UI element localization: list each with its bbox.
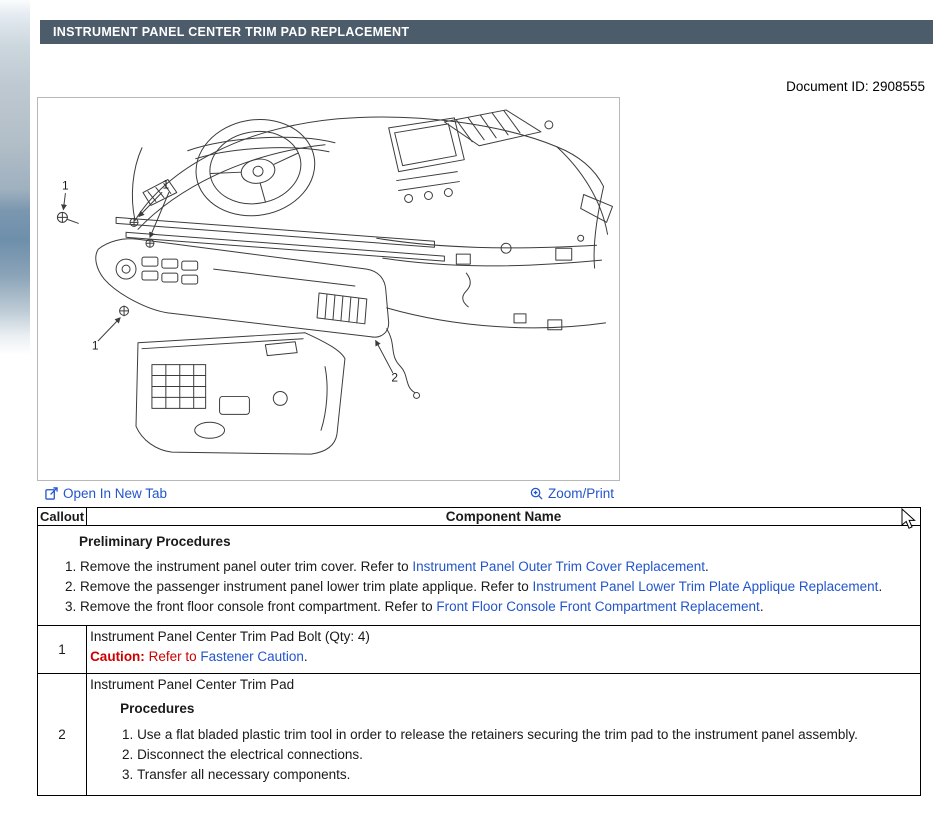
- instrument-panel-illustration: 1 1 1 2: [38, 98, 619, 480]
- page-title-bar: INSTRUMENT PANEL CENTER TRIM PAD REPLACE…: [40, 20, 933, 44]
- step-text-end: .: [760, 599, 764, 614]
- open-in-new-tab-icon: [45, 487, 58, 500]
- figure-toolbar: Open In New Tab Zoom/Print: [37, 481, 620, 501]
- callout-column-header: Callout: [38, 508, 87, 526]
- caution-label: Caution:: [90, 649, 145, 664]
- component-name-trim-pad: Instrument Panel Center Trim Pad: [90, 675, 914, 695]
- step-text-end: .: [705, 559, 709, 574]
- callout-1-label-a: 1: [62, 179, 69, 193]
- front-compartment-replacement-link[interactable]: Front Floor Console Front Compartment Re…: [436, 599, 759, 614]
- table-row-callout-1: 1 Instrument Panel Center Trim Pad Bolt …: [38, 626, 921, 674]
- zoom-print-link[interactable]: Zoom/Print: [530, 486, 614, 501]
- component-name-column-header: Component Name: [87, 508, 921, 526]
- page-title: INSTRUMENT PANEL CENTER TRIM PAD REPLACE…: [53, 25, 409, 39]
- lower-trim-plate-applique-replacement-link[interactable]: Instrument Panel Lower Trim Plate Appliq…: [533, 579, 879, 594]
- callout-1-label-b: 1: [163, 178, 170, 192]
- fastener-caution-link[interactable]: Fastener Caution: [200, 649, 304, 664]
- outer-trim-cover-replacement-link[interactable]: Instrument Panel Outer Trim Cover Replac…: [412, 559, 705, 574]
- step-text: Remove the passenger instrument panel lo…: [80, 579, 533, 594]
- caution-text: Refer to: [145, 649, 201, 664]
- procedures-steps-list: Use a flat bladed plastic trim tool in o…: [90, 725, 914, 785]
- preliminary-step-2: Remove the passenger instrument panel lo…: [80, 577, 912, 597]
- center-trim-pad: [96, 239, 420, 399]
- step-text-end: .: [878, 579, 882, 594]
- mounting-rails: [116, 217, 444, 261]
- open-in-new-tab-label: Open In New Tab: [63, 486, 167, 501]
- service-document-page: INSTRUMENT PANEL CENTER TRIM PAD REPLACE…: [0, 0, 933, 831]
- preliminary-procedures-title: Preliminary Procedures: [79, 534, 912, 549]
- procedure-step-1: Use a flat bladed plastic trim tool in o…: [137, 725, 914, 745]
- callout-number-2: 2: [38, 674, 87, 796]
- table-row-callout-2: 2 Instrument Panel Center Trim Pad Proce…: [38, 674, 921, 796]
- step-text: Remove the front floor console front com…: [80, 599, 436, 614]
- zoom-print-label: Zoom/Print: [548, 486, 614, 501]
- preliminary-steps-list: Remove the instrument panel outer trim c…: [40, 557, 912, 617]
- callout-labels: 1 1 1 2: [62, 178, 398, 385]
- caution-text-end: .: [304, 649, 308, 664]
- figure-section: 1 1 1 2 Open In New Tab: [37, 97, 620, 501]
- center-console: [136, 333, 345, 454]
- procedure-step-3: Transfer all necessary components.: [137, 765, 914, 785]
- figure-box: 1 1 1 2: [37, 97, 620, 481]
- preliminary-procedures-row: Preliminary Procedures Remove the instru…: [38, 526, 921, 626]
- procedures-title: Procedures: [120, 699, 914, 719]
- callout-number-1: 1: [38, 626, 87, 674]
- table-header-row: Callout Component Name: [38, 508, 921, 526]
- component-name-bolt: Instrument Panel Center Trim Pad Bolt (Q…: [90, 627, 914, 647]
- background-window-edge: [0, 0, 30, 831]
- open-in-new-tab-link[interactable]: Open In New Tab: [45, 486, 167, 501]
- zoom-icon: [530, 487, 543, 500]
- document-id: Document ID: 2908555: [786, 79, 925, 94]
- caution-line: Caution: Refer to Fastener Caution.: [90, 647, 914, 667]
- preliminary-step-3: Remove the front floor console front com…: [80, 597, 912, 617]
- preliminary-step-1: Remove the instrument panel outer trim c…: [80, 557, 912, 577]
- callout-component-table: Callout Component Name Preliminary Proce…: [37, 507, 921, 796]
- steering-wheel: [188, 110, 322, 225]
- step-text: Remove the instrument panel outer trim c…: [80, 559, 412, 574]
- procedure-step-2: Disconnect the electrical connections.: [137, 745, 914, 765]
- dashboard-outline: [132, 110, 612, 330]
